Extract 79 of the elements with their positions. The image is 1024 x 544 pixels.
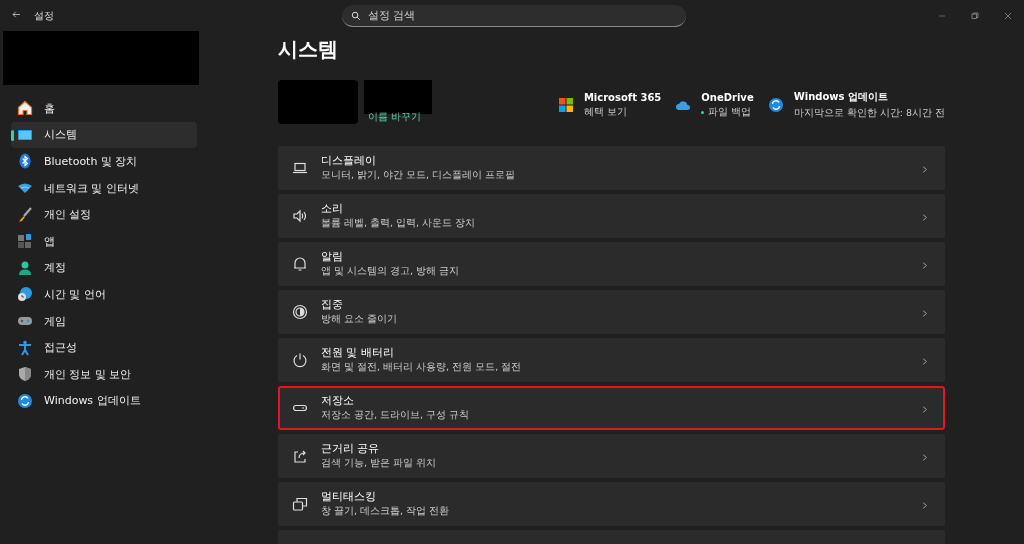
settings-card[interactable]: 근거리 공유 검색 기능, 받은 파일 위치 [278, 434, 945, 478]
refresh-icon [767, 97, 784, 113]
chevron-icon [920, 308, 929, 318]
selection-indicator [11, 129, 14, 141]
laptop-icon [292, 160, 308, 176]
share-icon [292, 448, 308, 464]
focus-icon [292, 304, 308, 320]
sidebar-item[interactable]: 시간 및 언어 [11, 281, 197, 308]
shield-icon [17, 366, 33, 383]
windows-icon [292, 496, 308, 512]
refresh-icon [17, 392, 33, 409]
settings-card[interactable]: 저장소 저장소 공간, 드라이브, 구성 규칙 [278, 386, 945, 430]
card-title: 전원 및 배터리 [321, 346, 395, 360]
sidebar-item[interactable]: Bluetooth 및 장치 [11, 148, 197, 175]
chevron-icon [920, 404, 929, 414]
card-subtitle: 화면 및 절전, 배터리 사용량, 전원 모드, 절전 [321, 361, 522, 374]
service-subtitle: 파일 백업 [708, 105, 752, 119]
sidebar-item[interactable]: 개인 설정 [11, 201, 197, 228]
card-title: 디스플레이 [321, 154, 377, 168]
card-subtitle: 창 끌기, 데스크톱, 작업 전환 [321, 505, 450, 518]
chevron-icon [920, 164, 929, 174]
sidebar-item[interactable]: 개인 정보 및 보안 [11, 360, 197, 388]
settings-card[interactable]: 멀티태스킹 창 끌기, 데스크톱, 작업 전환 [278, 482, 945, 526]
chevron-icon [920, 356, 929, 366]
person-icon [17, 259, 33, 276]
rename-link[interactable]: 이름 바꾸기 [368, 110, 422, 124]
settings-card[interactable]: 전원 및 배터리 화면 및 절전, 배터리 사용량, 전원 모드, 절전 [278, 338, 945, 382]
sidebar-item[interactable]: 홈 [11, 95, 197, 122]
sidebar-item[interactable]: 시스템 [11, 121, 197, 149]
service-title[interactable]: OneDrive [701, 91, 754, 103]
card-subtitle: 방해 요소 줄이기 [321, 313, 398, 326]
chevron-icon [920, 260, 929, 270]
sidebar-item[interactable]: 게임 [11, 307, 197, 335]
restore-icon [970, 12, 979, 20]
card-title: 소리 [321, 202, 344, 216]
sidebar-item[interactable]: Windows 업데이트 [11, 387, 197, 415]
card-title: 집중 [321, 298, 344, 312]
speaker-icon [292, 208, 308, 224]
settings-card[interactable]: 알림 앱 및 시스템의 경고, 방해 금지 [278, 242, 945, 286]
sidebar-item[interactable]: 계정 [11, 254, 197, 282]
minimize-icon [937, 12, 946, 20]
chevron-icon [920, 212, 929, 222]
search-icon [351, 11, 361, 21]
card-title: 근거리 공유 [321, 442, 381, 456]
card-subtitle: 모니터, 밝기, 야간 모드, 디스플레이 프로필 [321, 169, 516, 182]
search-field[interactable]: 설정 검색 [342, 5, 686, 27]
sidebar-item[interactable]: 앱 [11, 227, 197, 255]
back-arrow-icon [10, 9, 22, 20]
accessibility-icon [17, 339, 33, 356]
settings-card[interactable]: 디스플레이 모니터, 밝기, 야간 모드, 디스플레이 프로필 [278, 146, 945, 190]
brush-icon [17, 206, 33, 223]
card-subtitle: 앱 및 시스템의 경고, 방해 금지 [321, 265, 460, 278]
chevron-icon [920, 452, 929, 462]
service-subtitle: 혜택 보기 [583, 105, 627, 119]
power-icon [292, 352, 308, 368]
redacted-name [364, 80, 432, 114]
close-icon [1003, 12, 1012, 20]
sidebar-item[interactable]: 접근성 [11, 334, 197, 361]
settings-card[interactable]: 집중 방해 요소 줄이기 [278, 290, 945, 334]
card-title: 멀티태스킹 [321, 490, 377, 504]
card-subtitle: 검색 기능, 받은 파일 위치 [321, 457, 437, 470]
apps-icon [17, 233, 33, 250]
globe-clock-icon [17, 286, 33, 303]
window-title: 설정 [34, 10, 54, 21]
card-title: 알림 [321, 250, 344, 264]
card-title: 저장소 [321, 394, 355, 408]
card-subtitle: 볼륨 레벨, 출력, 입력, 사운드 장치 [321, 217, 476, 230]
page-title: 시스템 [278, 36, 339, 63]
settings-card[interactable]: 소리 볼륨 레벨, 출력, 입력, 사운드 장치 [278, 194, 945, 238]
service-title[interactable]: Microsoft 365 [583, 91, 662, 103]
card-subtitle: 저장소 공간, 드라이브, 구성 규칙 [321, 409, 470, 422]
service-subtitle: 마지막으로 확인한 시간: 8시간 전 [793, 107, 945, 120]
bell-icon [292, 256, 308, 272]
home-icon [17, 100, 33, 117]
service-title[interactable]: Windows 업데이트 [793, 90, 945, 104]
chevron-icon [920, 500, 929, 510]
sidebar-item[interactable]: 네트워크 및 인터넷 [11, 174, 197, 202]
tiles-icon [557, 97, 574, 113]
bluetooth-icon [17, 153, 33, 170]
